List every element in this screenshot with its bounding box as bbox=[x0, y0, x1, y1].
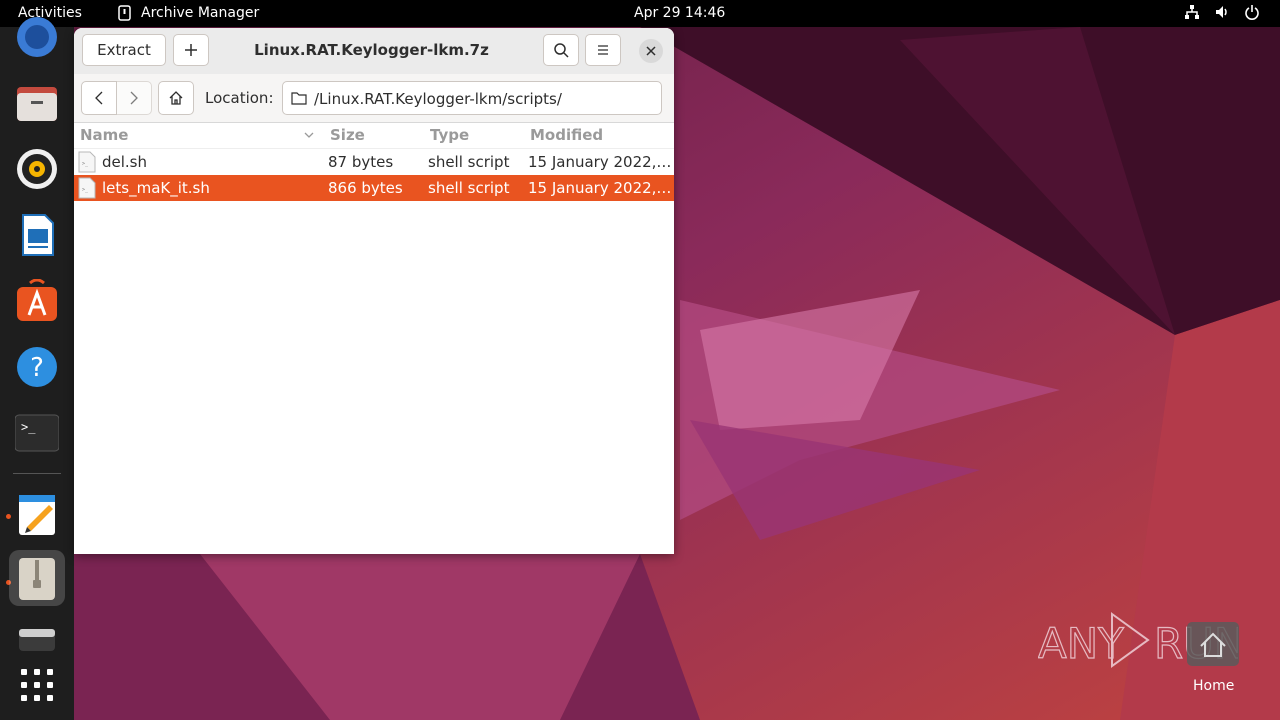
file-modified: 15 January 2022,… bbox=[528, 153, 672, 171]
disks-icon bbox=[19, 629, 55, 651]
location-bar: Location: /Linux.RAT.Keylogger-lkm/scrip… bbox=[74, 74, 674, 123]
hamburger-icon bbox=[598, 45, 608, 55]
column-modified[interactable]: Modified bbox=[530, 126, 603, 144]
shell-script-file-icon: >_ bbox=[78, 177, 96, 199]
close-icon bbox=[646, 46, 656, 56]
firefox-icon bbox=[17, 17, 57, 57]
clock[interactable]: Apr 29 14:46 bbox=[634, 5, 725, 21]
location-label: Location: bbox=[205, 89, 274, 107]
dock-writer[interactable] bbox=[9, 207, 65, 263]
file-type: shell script bbox=[428, 153, 510, 171]
svg-text:>_: >_ bbox=[21, 420, 36, 434]
plus-icon bbox=[185, 44, 197, 56]
archive-manager-icon bbox=[19, 558, 55, 600]
chevron-right-icon bbox=[130, 91, 138, 105]
add-button[interactable] bbox=[173, 34, 209, 66]
system-tray[interactable] bbox=[1184, 4, 1260, 20]
terminal-icon: >_ bbox=[15, 414, 59, 452]
close-button[interactable] bbox=[639, 39, 663, 63]
window-title: Linux.RAT.Keylogger-lkm.7z bbox=[254, 41, 489, 59]
network-icon bbox=[1185, 5, 1199, 19]
power-icon bbox=[1245, 5, 1259, 20]
text-editor-icon bbox=[19, 495, 55, 535]
svg-text:>_: >_ bbox=[82, 187, 89, 193]
dock-terminal[interactable]: >_ bbox=[9, 405, 65, 461]
forward-button[interactable] bbox=[116, 81, 152, 115]
app-center-icon bbox=[17, 279, 57, 321]
folder-icon bbox=[291, 92, 307, 105]
dock-app-center[interactable] bbox=[9, 273, 65, 329]
dock-text-editor[interactable] bbox=[9, 487, 65, 543]
search-icon bbox=[554, 43, 569, 58]
sort-chevron-down-icon[interactable] bbox=[304, 132, 314, 139]
header-bar: Extract Linux.RAT.Keylogger-lkm.7z bbox=[74, 28, 674, 75]
dock-separator bbox=[13, 473, 61, 474]
dock: ? >_ bbox=[0, 17, 74, 720]
archive-manager-window: Extract Linux.RAT.Keylogger-lkm.7z Locat… bbox=[74, 28, 674, 554]
file-name: del.sh bbox=[102, 153, 148, 171]
app-menu-label: Archive Manager bbox=[141, 5, 260, 21]
dock-files[interactable] bbox=[9, 75, 65, 131]
shell-script-file-icon: >_ bbox=[78, 151, 96, 173]
file-size: 87 bytes bbox=[328, 153, 394, 171]
dock-help[interactable]: ? bbox=[9, 339, 65, 395]
writer-icon bbox=[22, 214, 54, 256]
file-name: lets_maK_it.sh bbox=[102, 179, 210, 197]
file-row[interactable]: >_ del.sh 87 bytes shell script 15 Janua… bbox=[74, 149, 674, 175]
top-bar: Activities Archive Manager Apr 29 14:46 bbox=[0, 0, 1280, 27]
rhythmbox-icon bbox=[17, 149, 57, 189]
file-type: shell script bbox=[428, 179, 510, 197]
file-size: 866 bytes bbox=[328, 179, 403, 197]
help-icon: ? bbox=[17, 347, 57, 387]
home-button[interactable] bbox=[158, 81, 194, 115]
file-row-selected[interactable]: >_ lets_maK_it.sh 866 bytes shell script… bbox=[74, 175, 674, 201]
list-header: Name Size Type Modified bbox=[74, 123, 674, 149]
files-icon bbox=[17, 87, 57, 121]
desktop-home-folder-icon[interactable] bbox=[1185, 620, 1241, 668]
column-name[interactable]: Name bbox=[80, 126, 128, 144]
home-icon bbox=[169, 91, 183, 105]
desktop-home-label[interactable]: Home bbox=[1193, 678, 1234, 694]
dock-archive-manager[interactable] bbox=[9, 550, 65, 606]
dock-rhythmbox[interactable] bbox=[9, 141, 65, 197]
file-list: Name Size Type Modified >_ del.sh 87 byt… bbox=[74, 123, 674, 554]
location-path: /Linux.RAT.Keylogger-lkm/scripts/ bbox=[314, 90, 562, 108]
archive-app-icon bbox=[118, 5, 131, 21]
dock-show-apps[interactable] bbox=[9, 657, 65, 713]
svg-text:?: ? bbox=[30, 353, 44, 383]
app-menu[interactable]: Archive Manager bbox=[117, 5, 259, 21]
file-modified: 15 January 2022,… bbox=[528, 179, 672, 197]
chevron-left-icon bbox=[95, 91, 103, 105]
volume-icon bbox=[1216, 6, 1227, 18]
show-apps-icon bbox=[21, 669, 53, 701]
extract-button[interactable]: Extract bbox=[82, 34, 166, 66]
svg-text:>_: >_ bbox=[82, 161, 89, 167]
menu-button[interactable] bbox=[585, 34, 621, 66]
column-type[interactable]: Type bbox=[430, 126, 469, 144]
back-button[interactable] bbox=[81, 81, 117, 115]
location-field[interactable]: /Linux.RAT.Keylogger-lkm/scripts/ bbox=[282, 81, 662, 115]
dock-firefox[interactable] bbox=[9, 9, 65, 65]
column-size[interactable]: Size bbox=[330, 126, 365, 144]
search-button[interactable] bbox=[543, 34, 579, 66]
